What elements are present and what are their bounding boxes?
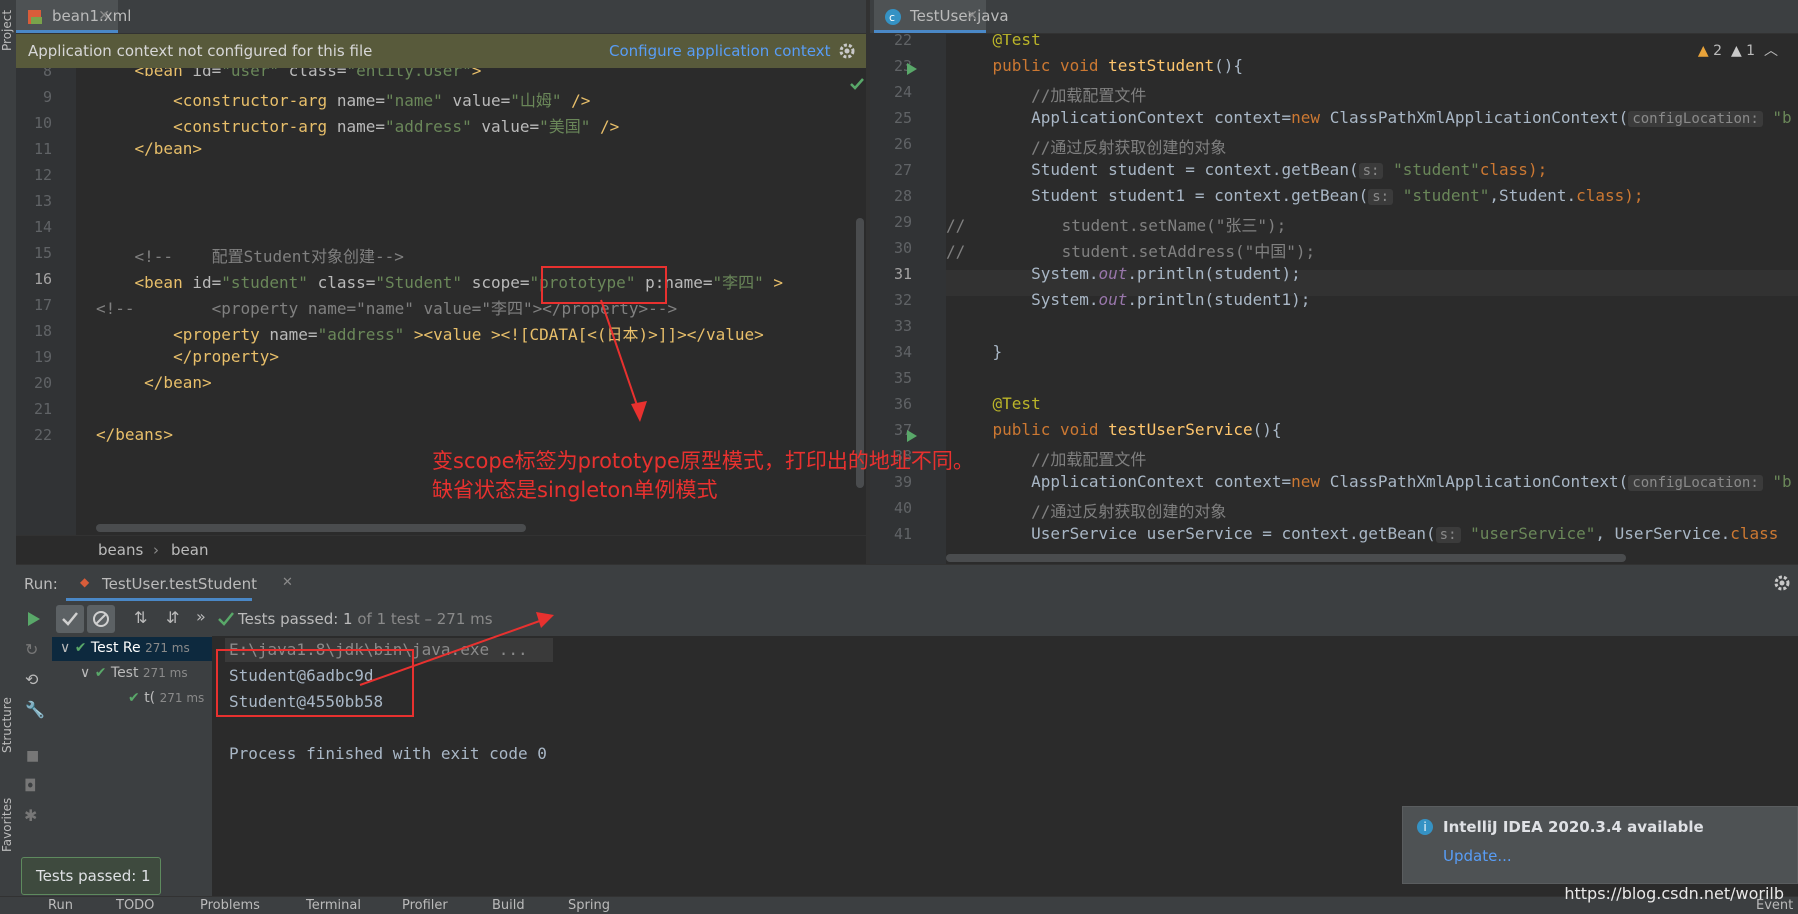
annotation-line-1: 变scope标签为prototype原型模式，打印出的地址不同。 bbox=[432, 449, 974, 473]
spring-tool-button[interactable]: Spring bbox=[568, 898, 610, 913]
todo-tool-button[interactable]: TODO bbox=[116, 898, 154, 913]
update-notification: i IntelliJ IDEA 2020.3.4 available Updat… bbox=[1402, 806, 1798, 884]
info-icon: i bbox=[1417, 819, 1433, 835]
tool-window-bar: Run TODO Problems Terminal Profiler Buil… bbox=[0, 896, 1798, 914]
update-link[interactable]: Update... bbox=[1443, 847, 1512, 865]
terminal-tool-button[interactable]: Terminal bbox=[306, 898, 361, 913]
annotation-line-2: 缺省状态是singleton单例模式 bbox=[432, 478, 718, 502]
watermark: https://blog.csdn.net/worilb bbox=[1564, 884, 1784, 903]
build-tool-button[interactable]: Build bbox=[492, 898, 525, 913]
annotation-text: 变scope标签为prototype原型模式，打印出的地址不同。 缺省状态是si… bbox=[432, 447, 974, 505]
tests-passed-balloon: Tests passed: 1 bbox=[21, 857, 161, 895]
balloon-text: Tests passed: 1 bbox=[36, 867, 151, 885]
run-tool-button[interactable]: Run bbox=[48, 898, 73, 913]
profiler-tool-button[interactable]: Profiler bbox=[402, 898, 448, 913]
notification-title: IntelliJ IDEA 2020.3.4 available bbox=[1443, 818, 1704, 836]
problems-tool-button[interactable]: Problems bbox=[200, 898, 260, 913]
